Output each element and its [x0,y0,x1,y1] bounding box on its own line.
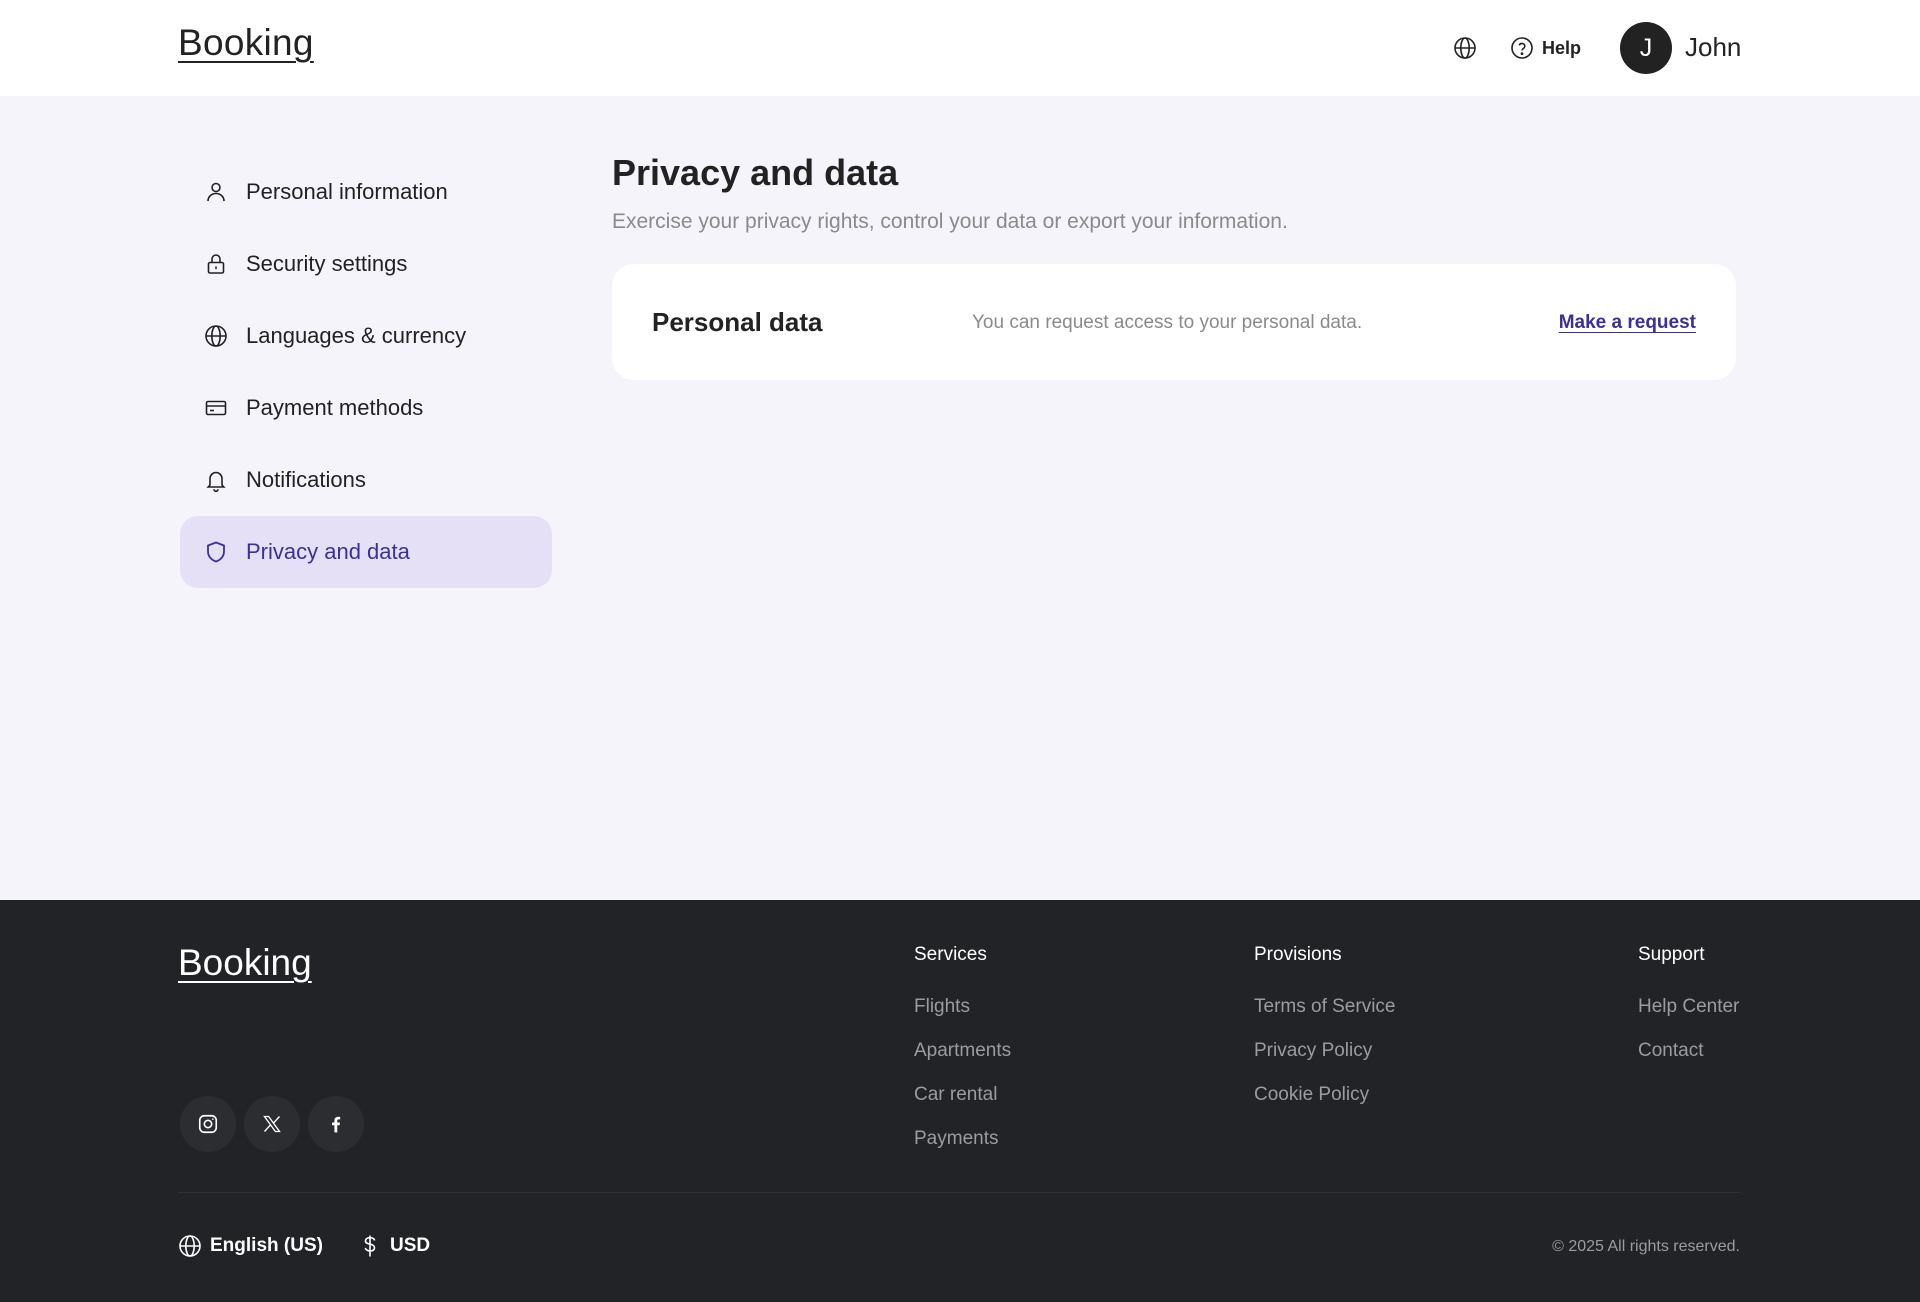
help-button[interactable]: Help [1510,34,1581,62]
shield-icon [202,538,230,566]
footer-link-car-rental[interactable]: Car rental [914,1084,997,1106]
card-icon [202,394,230,422]
footer: Booking Services Flights Apartments Car … [0,900,1920,1302]
copyright: © 2025 All rights reserved. [1552,1238,1740,1255]
sidebar-item-label: Security settings [246,251,408,276]
top-header: Booking Help J John [0,0,1920,96]
dollar-icon [364,1235,376,1257]
sidebar-item-languages-currency[interactable]: Languages & currency [180,300,552,372]
sidebar-item-notifications[interactable]: Notifications [180,444,552,516]
footer-link-help-center[interactable]: Help Center [1638,996,1739,1018]
logo[interactable]: Booking [178,22,314,64]
globe-icon [1454,37,1476,59]
user-icon [202,178,230,206]
card-title: Personal data [652,307,823,337]
footer-heading-support: Support [1638,944,1705,965]
sidebar-item-label: Notifications [246,467,366,492]
footer-heading-services: Services [914,944,987,965]
footer-language-selector[interactable]: English (US) [178,1234,323,1258]
facebook-icon [332,1116,341,1133]
sidebar-item-personal-information[interactable]: Personal information [180,156,552,228]
globe-icon [202,322,230,350]
footer-link-apartments[interactable]: Apartments [914,1040,1011,1062]
bell-icon [202,466,230,494]
x-button[interactable] [244,1096,300,1152]
footer-divider [178,1192,1740,1193]
sidebar-item-security-settings[interactable]: Security settings [180,228,552,300]
x-icon [263,1115,281,1133]
sidebar-item-label: Languages & currency [246,323,467,348]
sidebar-item-privacy-and-data[interactable]: Privacy and data [180,516,552,588]
help-icon [1511,37,1533,59]
footer-link-flights[interactable]: Flights [914,996,970,1018]
make-request-link[interactable]: Make a request [1559,312,1696,334]
footer-link-terms[interactable]: Terms of Service [1254,996,1395,1018]
lock-icon [202,250,230,278]
card-description: You can request access to your personal … [972,312,1363,333]
footer-link-cookie-policy[interactable]: Cookie Policy [1254,1084,1369,1106]
language-label: English (US) [210,1235,323,1256]
sidebar-item-label: Personal information [246,179,448,204]
footer-currency-selector[interactable]: USD [358,1234,430,1258]
avatar[interactable]: J [1620,22,1672,74]
footer-logo[interactable]: Booking [178,942,312,984]
instagram-button[interactable] [180,1096,236,1152]
sidebar-item-label: Payment methods [246,395,424,420]
page-title: Privacy and data [612,152,899,193]
language-button[interactable] [1451,34,1479,62]
footer-link-payments[interactable]: Payments [914,1128,998,1150]
user-name[interactable]: John [1685,32,1741,63]
sidebar-item-payment-methods[interactable]: Payment methods [180,372,552,444]
instagram-icon [198,1114,218,1134]
currency-label: USD [390,1235,431,1256]
sidebar-item-label: Privacy and data [246,539,410,564]
personal-data-card: Personal data You can request access to … [612,264,1736,380]
globe-icon [179,1235,201,1257]
footer-heading-provisions: Provisions [1254,944,1342,965]
page-subtitle: Exercise your privacy rights, control yo… [612,210,1288,233]
help-label: Help [1542,37,1582,58]
facebook-button[interactable] [308,1096,364,1152]
footer-link-contact[interactable]: Contact [1638,1040,1703,1062]
footer-link-privacy-policy[interactable]: Privacy Policy [1254,1040,1372,1062]
